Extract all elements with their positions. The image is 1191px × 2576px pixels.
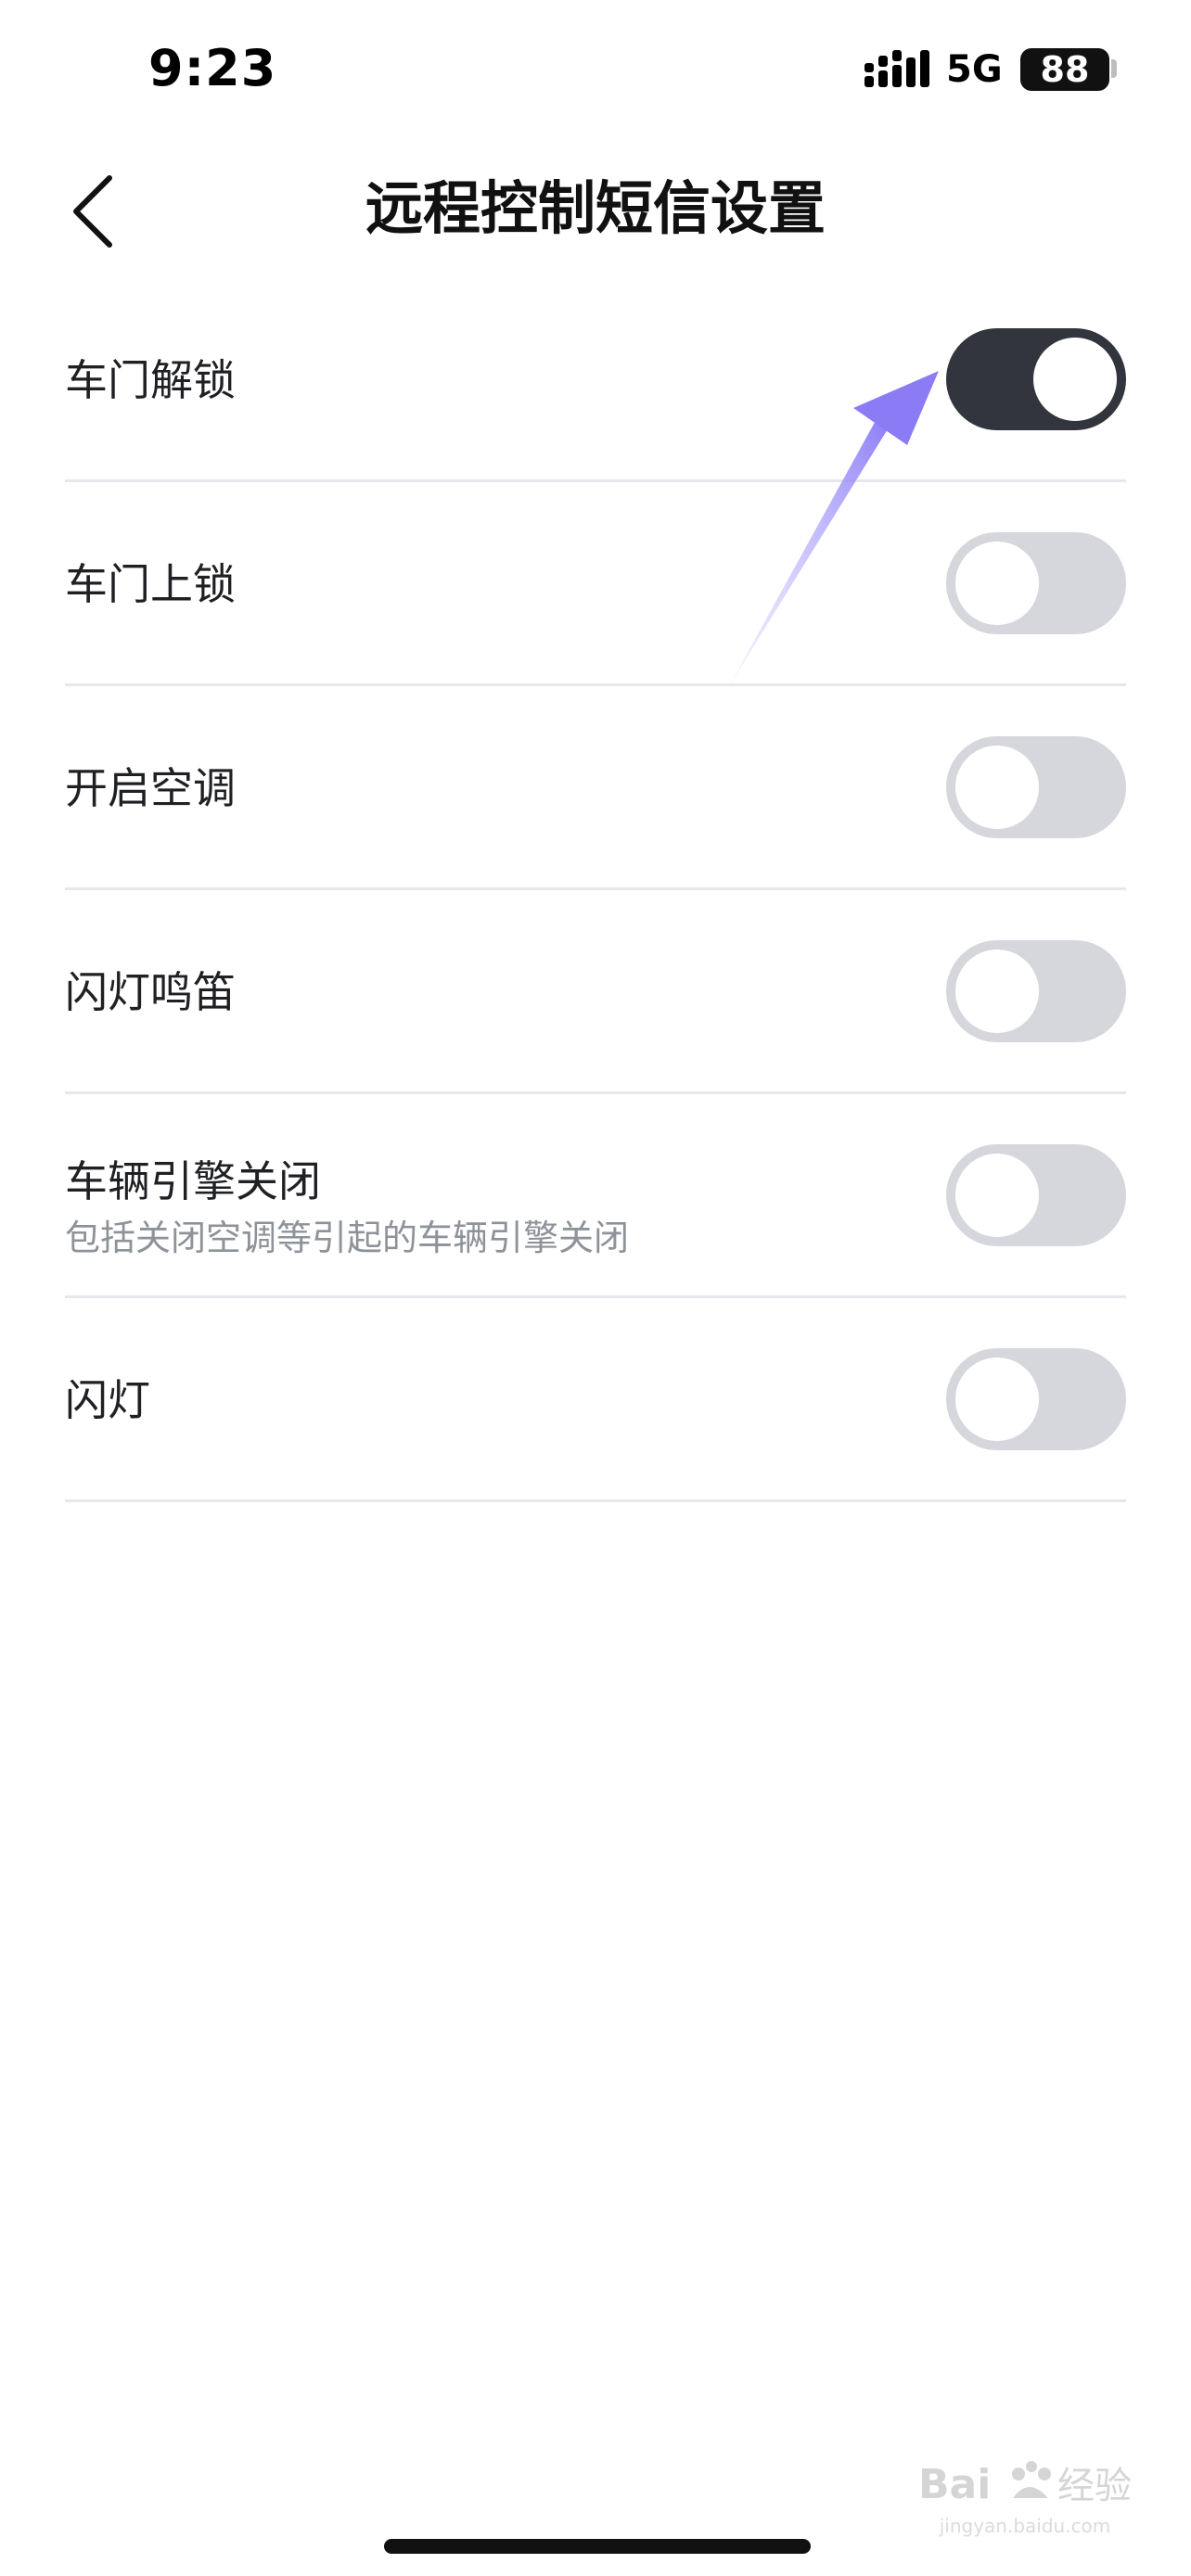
status-time: 9:23 — [148, 39, 277, 97]
back-button[interactable] — [56, 165, 139, 258]
chevron-left-icon — [73, 175, 112, 248]
setting-row-door-unlock: 车门解锁 — [65, 278, 1126, 482]
toggle-knob — [955, 542, 1039, 625]
setting-row-flash-honk: 闪灯鸣笛 — [65, 890, 1126, 1094]
toggle-knob — [955, 950, 1039, 1033]
network-type: 5G — [946, 48, 1003, 91]
status-bar: 9:23 5G 88 — [0, 0, 1191, 139]
battery-icon: 88 — [1020, 48, 1109, 91]
setting-label: 开启空调 — [65, 763, 236, 813]
battery-tip — [1111, 59, 1117, 78]
setting-description: 包括关闭空调等引起的车辆引擎关闭 — [65, 1218, 630, 1258]
toggle-switch[interactable] — [946, 940, 1126, 1042]
settings-list: 车门解锁 车门上锁 开启空调 闪灯鸣笛 车辆引擎关闭 包括关闭空调等引起的车辆引… — [0, 278, 1191, 1502]
setting-row-air-conditioning: 开启空调 — [65, 686, 1126, 890]
watermark-url: jingyan.baidu.com — [939, 2515, 1111, 2537]
setting-row-flash-lights: 闪灯 — [65, 1298, 1126, 1502]
baidu-logo-icon: Bai 经验 — [918, 2461, 1132, 2508]
toggle-switch[interactable] — [946, 1144, 1126, 1246]
toggle-switch[interactable] — [946, 328, 1126, 430]
toggle-switch[interactable] — [946, 1348, 1126, 1450]
setting-row-door-lock: 车门上锁 — [65, 482, 1126, 686]
setting-label: 车门上锁 — [65, 559, 236, 609]
signal-strength-icon — [864, 50, 929, 87]
toggle-switch[interactable] — [946, 736, 1126, 838]
setting-label: 车辆引擎关闭 — [65, 1156, 321, 1206]
toggle-knob — [955, 746, 1039, 829]
setting-row-engine-off: 车辆引擎关闭 包括关闭空调等引起的车辆引擎关闭 — [65, 1094, 1126, 1298]
home-indicator[interactable] — [384, 2539, 811, 2554]
svg-text:经验: 经验 — [1057, 2465, 1132, 2507]
setting-label: 闪灯 — [65, 1375, 150, 1425]
page-title: 远程控制短信设置 — [365, 174, 826, 242]
nav-bar: 远程控制短信设置 — [0, 139, 1191, 278]
svg-text:Bai: Bai — [918, 2461, 991, 2508]
setting-label: 闪灯鸣笛 — [65, 967, 236, 1017]
setting-label: 车门解锁 — [65, 355, 236, 405]
toggle-knob — [955, 1358, 1039, 1441]
baidu-watermark: Bai 经验 jingyan.baidu.com — [909, 2454, 1141, 2537]
toggle-knob — [955, 1154, 1039, 1237]
toggle-knob — [1033, 338, 1117, 421]
battery-level: 88 — [1040, 49, 1090, 90]
toggle-switch[interactable] — [946, 532, 1126, 634]
